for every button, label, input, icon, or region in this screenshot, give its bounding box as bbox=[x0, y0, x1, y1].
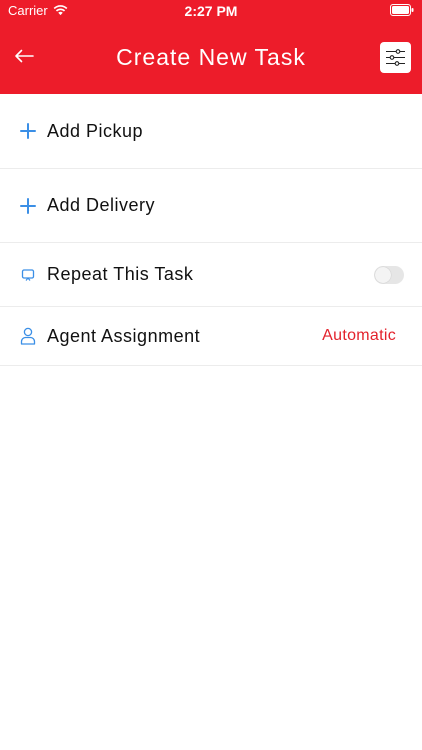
agent-assignment-value[interactable]: Automatic bbox=[322, 327, 396, 345]
add-delivery-row[interactable]: Add Delivery bbox=[0, 169, 422, 243]
add-delivery-label: Add Delivery bbox=[47, 195, 156, 215]
agent-assignment-row[interactable]: Agent Assignment Automatic bbox=[0, 307, 422, 366]
agent-assignment-label: Agent Assignment bbox=[47, 325, 201, 346]
task-options-list: Add Pickup Add Delivery Repeat This Task… bbox=[0, 94, 422, 366]
sliders-icon bbox=[386, 49, 405, 66]
repeat-task-toggle[interactable] bbox=[374, 265, 404, 284]
add-pickup-row[interactable]: Add Pickup bbox=[0, 94, 422, 169]
status-time: 2:27 PM bbox=[184, 3, 238, 19]
status-bar: Carrier 2:27 PM bbox=[0, 0, 422, 22]
page-title: Create New Task bbox=[116, 44, 306, 70]
add-pickup-label: Add Pickup bbox=[47, 120, 144, 141]
plus-icon bbox=[17, 120, 39, 142]
repeat-task-label: Repeat This Task bbox=[47, 264, 194, 284]
nav-bar: Create New Task bbox=[0, 22, 422, 94]
repeat-icon bbox=[17, 264, 39, 286]
plus-icon bbox=[17, 195, 39, 217]
toggle-knob bbox=[375, 266, 391, 283]
battery-icon bbox=[390, 4, 414, 16]
filter-button[interactable] bbox=[380, 42, 411, 73]
repeat-task-row: Repeat This Task bbox=[0, 243, 422, 307]
user-icon bbox=[17, 325, 39, 347]
header: Carrier 2:27 PM Create New Task bbox=[0, 0, 422, 94]
